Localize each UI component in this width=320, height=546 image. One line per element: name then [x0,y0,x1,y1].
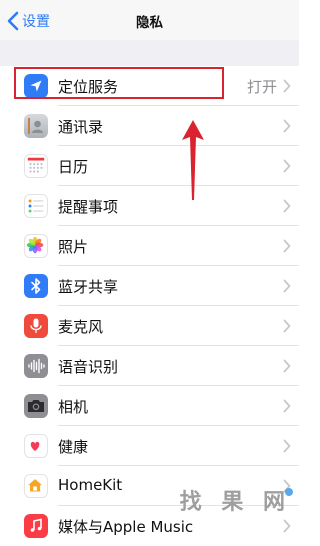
row-label: HomeKit [58,476,123,494]
chevron-right-icon [283,519,291,533]
camera-icon [24,394,48,418]
row-camera[interactable]: 相机 [14,386,299,426]
row-label: 相机 [58,398,89,416]
navigation-bar: 设置 隐私 [0,0,299,40]
row-health[interactable]: 健康 [14,426,299,466]
row-label: 媒体与Apple Music [58,518,194,536]
music-icon [24,514,48,538]
chevron-right-icon [283,279,291,293]
row-speech-recognition[interactable]: 语音识别 [14,346,299,386]
chevron-right-icon [283,119,291,133]
row-calendar[interactable]: 日历 [14,146,299,186]
row-label: 日历 [58,158,89,176]
speech-wave-icon [24,354,48,378]
photos-icon [24,234,48,258]
chevron-right-icon [283,399,291,413]
chevron-right-icon [283,199,291,213]
chevron-right-icon [283,359,291,373]
row-label: 麦克风 [58,318,104,336]
row-label: 健康 [58,438,89,456]
contacts-icon [24,114,48,138]
row-microphone[interactable]: 麦克风 [14,306,299,346]
page-title: 隐私 [136,15,163,31]
privacy-settings-list: 定位服务 打开 通讯录 日历 提醒事项 照片 蓝牙共享 麦克风 语音识别 相机 … [14,66,299,546]
row-contacts[interactable]: 通讯录 [14,106,299,146]
watermark: 找 果 网 [179,484,293,516]
chevron-right-icon [283,319,291,333]
chevron-right-icon [283,439,291,453]
row-label: 语音识别 [58,358,119,376]
row-label: 提醒事项 [58,198,119,216]
row-reminders[interactable]: 提醒事项 [14,186,299,226]
watermark-text: 找 果 网 [179,490,291,515]
row-bluetooth-sharing[interactable]: 蓝牙共享 [14,266,299,306]
row-label: 通讯录 [58,118,104,136]
row-label: 照片 [58,238,89,256]
watermark-dot [285,488,293,496]
homekit-house-icon [24,474,48,498]
chevron-right-icon [283,239,291,253]
chevron-right-icon [283,159,291,173]
reminders-icon [24,194,48,218]
calendar-icon [24,154,48,178]
bluetooth-icon [24,274,48,298]
health-heart-icon [24,434,48,458]
row-photos[interactable]: 照片 [14,226,299,266]
microphone-icon [24,314,48,338]
chevron-right-icon [283,79,291,93]
section-gap [0,40,299,66]
red-arrow-annotation [182,120,204,200]
highlight-box [14,67,224,99]
row-label: 蓝牙共享 [58,278,119,296]
row-value: 打开 [246,78,277,96]
